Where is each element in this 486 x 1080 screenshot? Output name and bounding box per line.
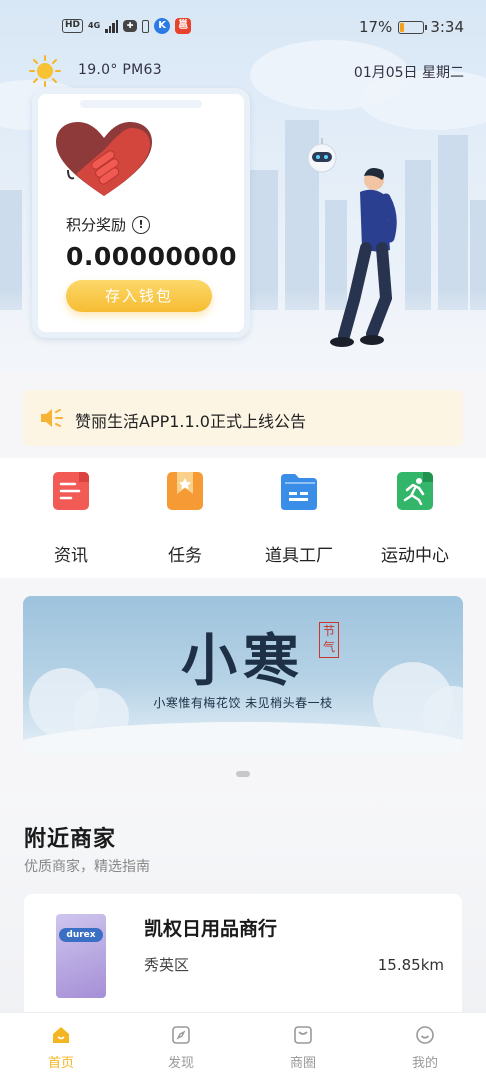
banner-subtitle: 小寒惟有梅花饺 未见梢头春一枝	[153, 696, 333, 710]
nav-home[interactable]: 首页	[16, 1025, 106, 1075]
weather-info: 19.0° PM63	[78, 62, 162, 78]
nav-label: 商圈	[289, 1056, 316, 1071]
deposit-wallet-button[interactable]: 存入钱包	[66, 280, 212, 312]
factory-icon	[281, 474, 317, 510]
feature-factory[interactable]: 道具工厂	[244, 468, 354, 566]
weather-bar: 19.0° PM63 01月05日 星期二	[28, 54, 468, 87]
merchant-area: 秀英区	[144, 956, 190, 974]
handshake-heart-icon	[56, 122, 152, 196]
points-value: 0.00000000	[66, 242, 238, 271]
merchant-name: 凯权日用品商行	[144, 918, 278, 940]
points-card: 积分奖励 ! 0.00000000 存入钱包	[32, 88, 250, 338]
hd-indicator: HD	[62, 19, 84, 33]
banner-seal: 节气	[319, 622, 339, 658]
shop-icon	[294, 1026, 312, 1044]
feature-task[interactable]: 任务	[130, 468, 240, 566]
solar-term-banner[interactable]: 小寒 节气 小寒惟有梅花饺 未见梢头春一枝	[23, 596, 463, 754]
nav-profile[interactable]: 我的	[380, 1025, 470, 1075]
section-title: 附近商家	[24, 827, 117, 852]
home-icon	[53, 1027, 69, 1043]
task-icon	[167, 472, 203, 510]
nav-label: 首页	[47, 1056, 74, 1071]
feature-sport[interactable]: 运动中心	[360, 468, 470, 566]
nav-label: 发现	[167, 1056, 194, 1071]
nav-shop[interactable]: 商圈	[258, 1025, 348, 1075]
nav-label: 我的	[411, 1056, 438, 1071]
carousel-indicator[interactable]	[236, 771, 250, 777]
sun-icon	[29, 55, 61, 87]
battery-percent: 17%	[358, 18, 393, 36]
banner-title: 小寒	[181, 628, 305, 694]
signal-icon	[105, 19, 119, 33]
bottom-navigation: 首页 发现 商圈 我的	[0, 1012, 486, 1080]
date-label: 01月05日 星期二	[353, 65, 464, 81]
discover-icon	[172, 1026, 190, 1044]
merchant-distance: 15.85km	[377, 956, 444, 974]
points-label: 积分奖励	[66, 216, 127, 234]
status-bar: HD 4G ✚ K 邕 17% 3:34	[0, 14, 486, 46]
merchant-thumbnail: durex	[56, 914, 106, 998]
battery-icon	[398, 20, 428, 34]
app-notify-icon: 邕	[175, 18, 192, 34]
speaker-icon	[41, 409, 63, 427]
walking-person-illustration	[307, 138, 397, 347]
app-k-icon: K	[154, 18, 171, 34]
news-icon	[53, 472, 89, 510]
nav-discover[interactable]: 发现	[136, 1025, 226, 1075]
nearby-section: 附近商家 优质商家，精选指南 durex 凯权日用品商行 秀英区 15.85km	[0, 790, 486, 1020]
profile-icon	[416, 1026, 434, 1044]
feature-label: 运动中心	[381, 546, 449, 566]
merchant-card[interactable]: durex 凯权日用品商行 秀英区 15.85km	[24, 894, 462, 1018]
feature-grid: 资讯 任务 道具工厂 运动中心	[0, 458, 486, 578]
feature-news[interactable]: 资讯	[16, 468, 126, 566]
clock: 3:34	[430, 18, 464, 36]
message-icon: ✚	[123, 20, 138, 32]
announcement-text: 赞丽生活APP1.1.0正式上线公告	[75, 412, 306, 431]
info-icon[interactable]: !	[132, 215, 151, 234]
feature-label: 任务	[168, 546, 202, 566]
sim-icon	[142, 19, 150, 33]
feature-label: 道具工厂	[265, 546, 333, 566]
section-subtitle: 优质商家，精选指南	[24, 859, 150, 875]
product-brand-label: durex	[59, 928, 103, 942]
announcement-bar[interactable]: 赞丽生活APP1.1.0正式上线公告	[23, 390, 463, 446]
network-type: 4G	[88, 21, 101, 30]
sport-icon	[397, 472, 433, 510]
feature-label: 资讯	[54, 546, 88, 566]
